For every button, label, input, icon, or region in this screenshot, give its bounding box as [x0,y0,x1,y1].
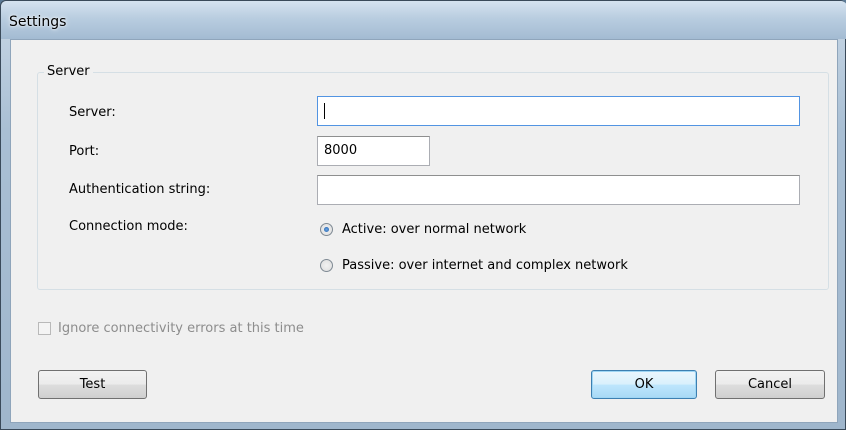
text-caret [324,103,325,119]
cancel-button[interactable]: Cancel [715,370,825,399]
radio-passive-label: Passive: over internet and complex netwo… [342,258,628,273]
server-label: Server: [69,105,116,120]
dialog-client-area: Server Server: Port: 8000 Authentication… [10,39,838,423]
auth-string-input[interactable] [317,175,800,205]
auth-string-label: Authentication string: [69,182,211,197]
connection-mode-label: Connection mode: [69,219,188,234]
ignore-errors-checkbox [38,322,51,335]
ignore-errors-label: Ignore connectivity errors at this time [58,321,304,336]
radio-active-label: Active: over normal network [342,222,527,237]
server-group-title: Server [44,64,93,79]
ok-button[interactable]: OK [591,370,697,399]
port-input[interactable]: 8000 [317,136,430,166]
port-input-value: 8000 [324,143,358,158]
server-input[interactable] [317,96,800,126]
radio-active-mode[interactable]: Active: over normal network [320,222,526,237]
radio-button-checked[interactable] [320,223,333,236]
title-bar[interactable]: Settings [1,1,846,39]
settings-window: Settings Server Server: Port: 8000 Authe… [0,0,846,430]
radio-button-unchecked[interactable] [320,259,333,272]
port-label: Port: [69,144,100,159]
radio-passive-mode[interactable]: Passive: over internet and complex netwo… [320,258,628,273]
test-button[interactable]: Test [38,370,147,399]
ignore-errors-checkbox-row: Ignore connectivity errors at this time [38,321,304,336]
window-title: Settings [9,14,67,30]
